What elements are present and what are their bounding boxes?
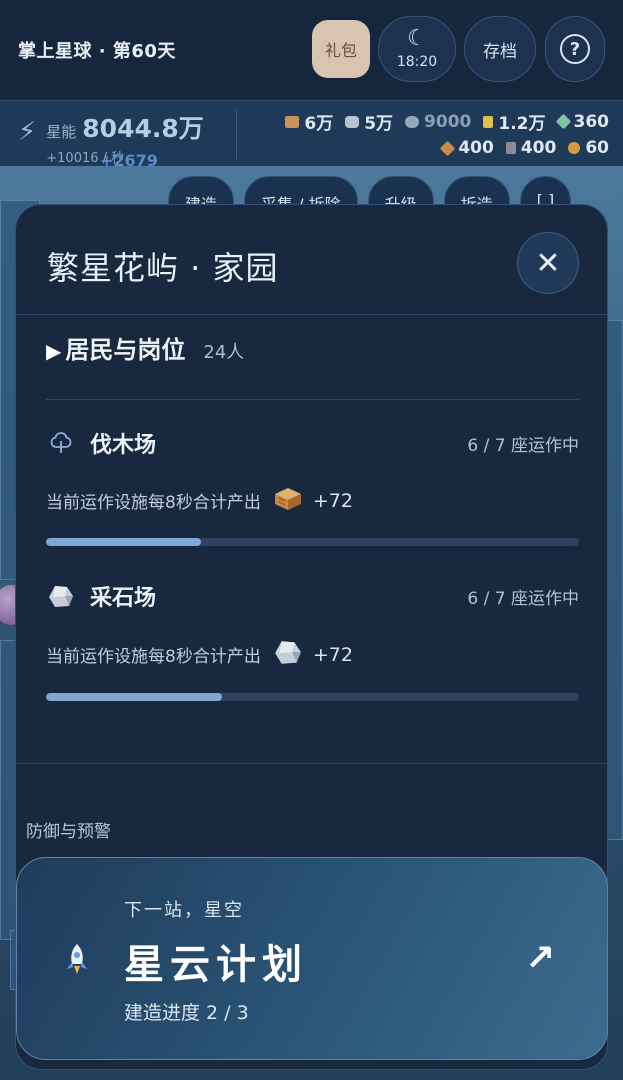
rocket-icon (57, 940, 97, 980)
stone-icon (273, 638, 303, 671)
resource-bar: ⚡ 星能 8044.8万 +10016 / 秒 +2679 6万 5万 9000… (0, 100, 623, 170)
modal-header: 繁星花屿 · 家园 ✕ (16, 205, 607, 315)
divider (46, 399, 579, 400)
facility-output-desc: 当前运作设施每8秒合计产出 (46, 493, 261, 513)
facility-status: 6 / 7 座运作中 (467, 435, 579, 456)
production-progress-bar (46, 693, 579, 701)
close-icon: ✕ (535, 245, 561, 281)
tree-icon (46, 428, 76, 458)
stone-block-icon (505, 142, 516, 154)
resource-gear: 60 (568, 138, 609, 158)
help-button[interactable]: ? (545, 16, 605, 82)
progress-fill (46, 693, 222, 701)
energy-label: 星能 (46, 123, 77, 141)
resource-row-1: 6万 5万 9000 1.2万 360 (285, 109, 609, 134)
crystal-icon (555, 113, 571, 130)
next-station-subtitle: 下一站，星空 (124, 900, 244, 921)
facility-status: 6 / 7 座运作中 (467, 588, 579, 609)
game-time: 18:20 (396, 54, 438, 70)
stone-icon (345, 115, 360, 128)
resource-row-2: 400 400 60 (440, 138, 609, 158)
facility-output-amount: +72 (312, 643, 353, 666)
facility-output-amount: +72 (312, 489, 353, 512)
day-night-button[interactable]: ☾ 18:20 (378, 16, 456, 82)
resource-stone: 5万 (345, 109, 393, 134)
save-button[interactable]: 存档 (464, 16, 536, 82)
resource-iron: 9000 (405, 112, 471, 132)
divider (16, 763, 607, 764)
wood-crate-icon (273, 485, 303, 516)
wood-crate-icon (285, 115, 300, 128)
facility-quarry: 采石场 6 / 7 座运作中 当前运作设施每8秒合计产出 +72 (46, 580, 579, 701)
resource-stone-block: 400 (505, 138, 556, 158)
defense-section-label: 防御与预警 (26, 822, 111, 842)
close-button[interactable]: ✕ (517, 232, 579, 294)
energy-value: 8044.8万 (82, 114, 204, 143)
stone-icon (46, 581, 76, 611)
resource-tools: 400 (440, 138, 494, 158)
arrow-up-right-icon: ↗ (525, 938, 556, 979)
modal-title: 繁星花屿 · 家园 (47, 249, 279, 287)
section-title: 居民与岗位 (65, 336, 186, 364)
divider (236, 109, 237, 159)
lightning-icon: ⚡ (18, 117, 37, 147)
resource-crystal: 360 (555, 112, 609, 132)
progress-fill (46, 538, 201, 546)
resource-grain: 1.2万 (483, 109, 546, 134)
facility-name: 伐木场 (90, 433, 157, 458)
next-station-card[interactable]: 下一站，星空 星云计划 建造进度 2 / 3 ↗ (16, 857, 608, 1060)
resident-count: 24人 (203, 342, 245, 363)
gear-icon (568, 142, 581, 154)
expand-triangle-icon: ▶ (46, 339, 62, 363)
facility-lumberyard: 伐木场 6 / 7 座运作中 当前运作设施每8秒合计产出 +72 (46, 427, 579, 546)
gift-button[interactable]: 礼包 (312, 20, 370, 78)
residents-section-toggle[interactable]: ▶ 居民与岗位 24人 (46, 330, 244, 365)
production-progress-bar (46, 538, 579, 546)
energy-gain-popup: +2679 (100, 151, 158, 170)
build-progress-text: 建造进度 2 / 3 (124, 1002, 249, 1024)
facility-name: 采石场 (90, 586, 157, 611)
moon-icon: ☾ (407, 26, 427, 51)
help-icon: ? (560, 34, 590, 64)
next-station-title: 星云计划 (124, 942, 308, 988)
iron-ore-icon (405, 115, 420, 128)
resource-wood: 6万 (285, 109, 333, 134)
grain-icon (483, 115, 494, 128)
tools-icon (440, 140, 456, 156)
facility-output-desc: 当前运作设施每8秒合计产出 (46, 647, 261, 667)
